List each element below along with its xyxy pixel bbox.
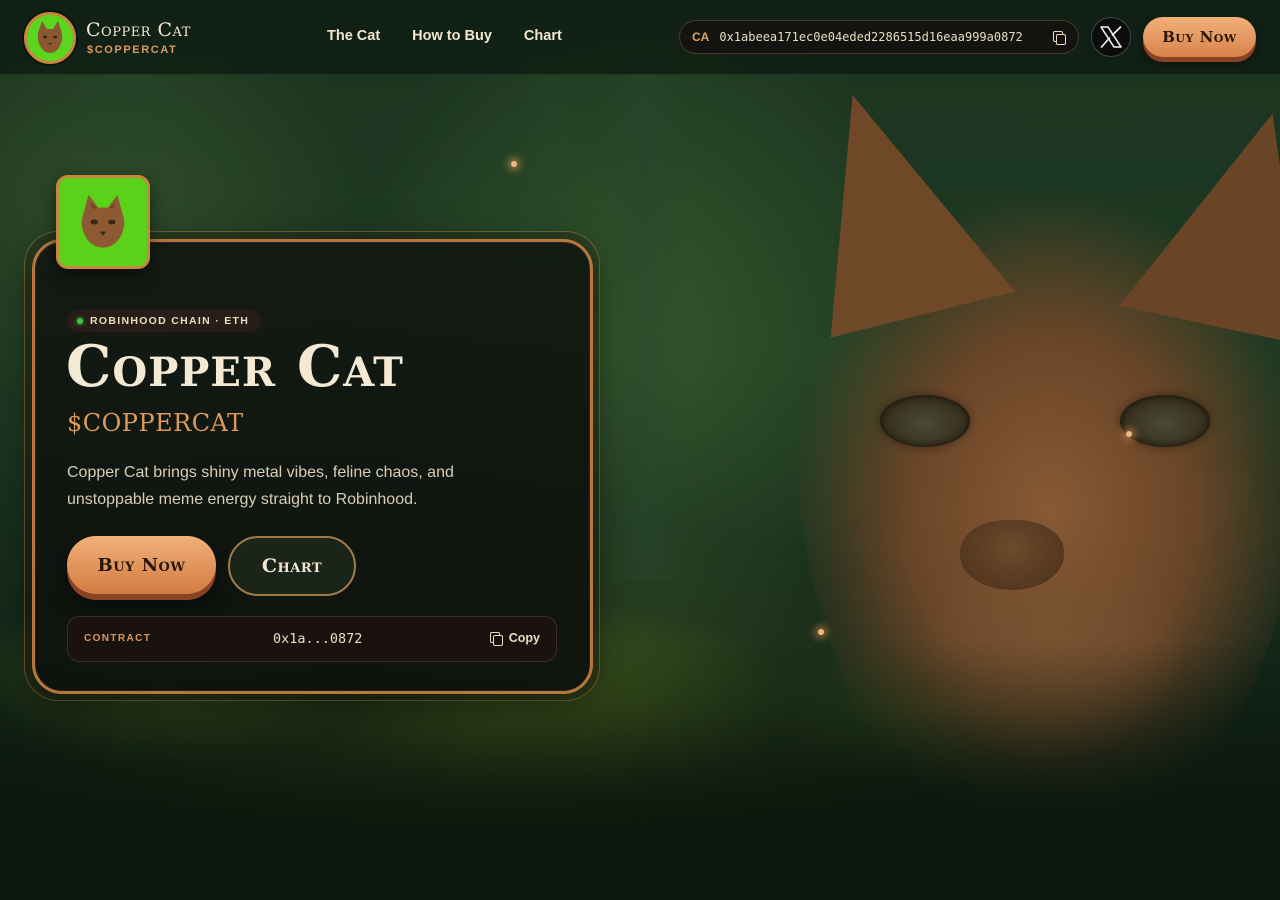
x-social-button[interactable] (1091, 17, 1131, 57)
chain-badge-label: ROBINHOOD CHAIN · ETH (90, 315, 250, 327)
contract-label: CONTRACT (84, 633, 152, 644)
main-nav: The Cat How to Buy Chart (327, 28, 562, 44)
status-dot-icon (77, 318, 83, 324)
copy-icon[interactable] (1052, 30, 1066, 45)
ca-label: CA (692, 30, 710, 44)
brand-ticker: $COPPERCAT (87, 44, 178, 56)
nav-chart[interactable]: Chart (524, 28, 562, 44)
nav-how-to-buy[interactable]: How to Buy (412, 28, 492, 44)
site-header: Copper Cat $COPPERCAT The Cat How to Buy… (0, 0, 1280, 75)
contract-copy-label: Copy (508, 631, 540, 645)
header-buy-now-button[interactable]: Buy Now (1143, 17, 1256, 57)
hero-description: Copper Cat brings shiny metal vibes, fel… (67, 464, 454, 508)
nav-the-cat[interactable]: The Cat (327, 28, 380, 44)
contract-box: CONTRACT 0x1a...0872 Copy (67, 616, 557, 662)
cat-logo-icon[interactable] (24, 12, 76, 64)
hero-ticker: $COPPERCAT (67, 409, 244, 437)
hero-buy-now-button[interactable]: Buy Now (67, 536, 216, 594)
firefly (818, 629, 824, 635)
firefly (1126, 431, 1132, 437)
firefly (511, 161, 517, 167)
copy-icon (489, 631, 503, 646)
x-logo-icon (1100, 26, 1122, 48)
hero-title: Copper Cat (66, 333, 404, 400)
chain-badge: ROBINHOOD CHAIN · ETH (67, 310, 262, 332)
brand-name: Copper Cat (86, 19, 191, 41)
contract-value: 0x1a...0872 (273, 631, 363, 647)
cat-avatar (56, 175, 150, 269)
contract-copy-button[interactable]: Copy (489, 631, 540, 646)
contract-address-pill[interactable]: CA 0x1abeea171ec0e04eded2286515d16eaa999… (679, 20, 1079, 54)
hero-chart-button[interactable]: Chart (228, 536, 356, 596)
ca-address: 0x1abeea171ec0e04eded2286515d16eaa999a08… (719, 30, 1023, 44)
